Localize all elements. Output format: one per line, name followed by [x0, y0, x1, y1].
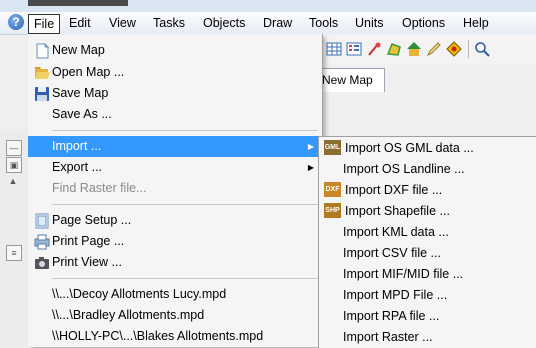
- submenu-item-import-os-gml[interactable]: GML Import OS GML data ...: [319, 137, 536, 159]
- area-icon[interactable]: [386, 41, 402, 57]
- submenu-item-import-raster[interactable]: Import Raster ...: [319, 326, 536, 348]
- save-disk-icon: [35, 87, 49, 101]
- menu-item-recent-file-2[interactable]: \\...\Bradley Allotments.mpd: [28, 305, 322, 326]
- map-canvas[interactable]: [320, 92, 536, 142]
- menu-item-new-map[interactable]: New Map: [28, 40, 322, 61]
- dock-list-icon[interactable]: ≡: [6, 245, 22, 261]
- point-marker-icon[interactable]: [366, 41, 382, 57]
- toolbar-separator: [468, 40, 469, 58]
- submenu-item-import-mpd[interactable]: Import MPD File ...: [319, 284, 536, 306]
- submenu-item-import-rpa[interactable]: Import RPA file ...: [319, 305, 536, 327]
- shp-icon: SHP: [324, 203, 341, 218]
- menu-item-print-page[interactable]: Print Page ...: [28, 231, 322, 252]
- menu-item-save-map[interactable]: Save Map: [28, 83, 322, 104]
- tab-new-map[interactable]: New Map: [320, 68, 385, 92]
- window-top-strip: [0, 0, 536, 12]
- menu-separator: [52, 278, 318, 279]
- submenu-item-import-os-landline[interactable]: Import OS Landline ...: [319, 158, 536, 180]
- menu-item-export[interactable]: Export ... ▶: [28, 157, 322, 178]
- submenu-item-import-kml[interactable]: Import KML data ...: [319, 221, 536, 243]
- menu-item-save-as[interactable]: Save As ...: [28, 104, 322, 125]
- menu-options[interactable]: Options: [397, 13, 450, 33]
- menu-edit[interactable]: Edit: [64, 13, 96, 33]
- new-map-icon: [36, 43, 50, 59]
- zoom-icon[interactable]: [474, 41, 490, 57]
- menu-file[interactable]: File: [28, 14, 61, 34]
- tab-label: New Map: [322, 73, 373, 87]
- submenu-arrow-icon: ▶: [307, 163, 314, 172]
- menu-separator: [52, 130, 318, 131]
- submenu-item-import-dxf[interactable]: DXF Import DXF file ...: [319, 179, 536, 201]
- menu-item-open-map[interactable]: Open Map ...: [28, 62, 322, 83]
- import-submenu: GML Import OS GML data ... Import OS Lan…: [318, 136, 536, 348]
- menu-item-recent-file-3[interactable]: \\HOLLY-PC\...\Blakes Allotments.mpd: [28, 326, 322, 347]
- submenu-item-import-shapefile[interactable]: SHP Import Shapefile ...: [319, 200, 536, 222]
- table-icon[interactable]: [346, 41, 362, 57]
- dxf-icon: DXF: [324, 182, 341, 197]
- dock-collapse-icon[interactable]: —: [6, 140, 22, 156]
- diamond-icon[interactable]: [446, 41, 462, 57]
- page-setup-icon: [35, 213, 49, 229]
- menu-item-find-raster: Find Raster file...: [52, 181, 147, 195]
- submenu-item-import-mif-mid[interactable]: Import MIF/MID file ...: [319, 263, 536, 285]
- grid-icon[interactable]: [326, 41, 342, 57]
- menu-objects[interactable]: Objects: [198, 13, 250, 33]
- menu-help[interactable]: Help: [458, 13, 494, 33]
- pencil-icon[interactable]: [426, 41, 442, 57]
- left-dock: — ▣ ▲ ≡: [0, 130, 28, 347]
- menu-draw[interactable]: Draw: [258, 13, 297, 33]
- menu-item-page-setup[interactable]: Page Setup ...: [28, 210, 322, 231]
- gml-icon: GML: [324, 140, 341, 155]
- camera-icon: [35, 257, 49, 269]
- submenu-arrow-icon: ▶: [307, 142, 314, 151]
- menu-tools[interactable]: Tools: [304, 13, 343, 33]
- menu-separator: [52, 204, 318, 205]
- scroll-up-icon[interactable]: ▲: [6, 174, 20, 188]
- menu-item-print-view[interactable]: Print View ...: [28, 252, 322, 273]
- submenu-item-import-csv[interactable]: Import CSV file ...: [319, 242, 536, 264]
- menu-tasks[interactable]: Tasks: [148, 13, 190, 33]
- help-icon[interactable]: ?: [8, 14, 24, 30]
- menu-view[interactable]: View: [104, 13, 141, 33]
- house-icon[interactable]: [406, 41, 422, 57]
- file-menu: New Map Open Map ... Save Map Save As ..…: [28, 34, 323, 347]
- menu-units[interactable]: Units: [350, 13, 388, 33]
- print-page-icon: [34, 234, 50, 250]
- menu-item-recent-file-1[interactable]: \\...\Decoy Allotments Lucy.mpd: [28, 284, 322, 305]
- dock-pin-icon[interactable]: ▣: [6, 157, 22, 173]
- menu-item-import[interactable]: Import ... ▶: [28, 136, 322, 157]
- title-bar-fragment: [28, 0, 128, 6]
- open-folder-icon: [35, 67, 50, 79]
